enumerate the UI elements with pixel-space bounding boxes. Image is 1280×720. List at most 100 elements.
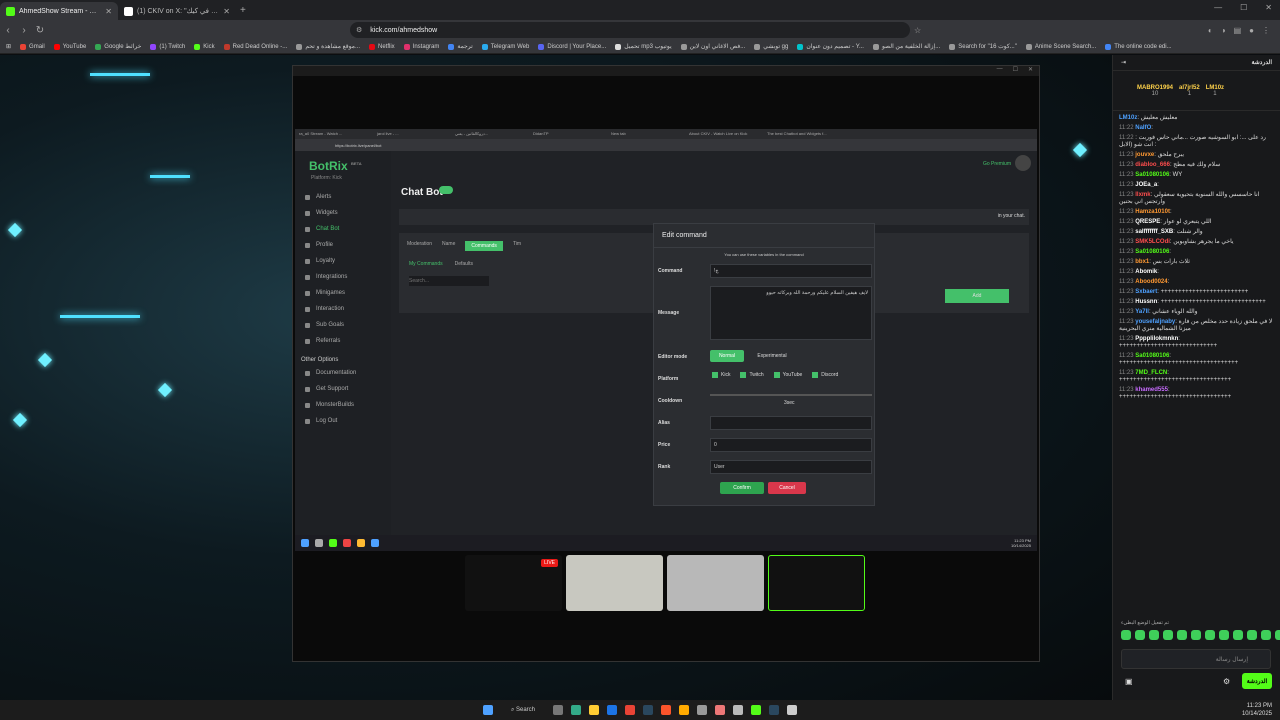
tab-2[interactable]: Commands [465,241,503,251]
emote-icon[interactable] [1219,630,1229,640]
command-input[interactable]: !ج [710,264,872,278]
minimize-icon[interactable]: — [1214,3,1222,12]
url-bar[interactable]: ⚙ kick.com/ahmedshow [350,22,910,38]
bookmark-star-icon[interactable]: ☆ [914,26,921,35]
sidebar-item[interactable]: Chat Bot [295,221,391,237]
tab-0[interactable]: Moderation [407,241,432,251]
close-icon[interactable]: ✕ [1265,3,1272,12]
file-explorer-icon[interactable] [589,705,600,715]
message-username[interactable]: Sxbaert [1135,289,1157,295]
maximize-icon[interactable]: ☐ [1240,3,1247,12]
message-username[interactable]: Ya7ll [1135,309,1149,315]
sidebar-item[interactable]: Alerts [295,189,391,205]
app-icon[interactable] [733,705,744,715]
go-premium-link[interactable]: Go Premium [983,161,1011,167]
edge-icon[interactable] [607,705,618,715]
kick-icon[interactable] [751,705,762,715]
tab-close-icon[interactable]: ✕ [105,7,112,16]
message-textarea[interactable]: لايف هيفين السلام عليكم ورحمة الله وبركا… [710,286,872,340]
bookmark-item[interactable]: توبشي gg [754,43,788,50]
bookmark-item[interactable]: Anime Scene Search... [1025,43,1096,50]
bookmark-item[interactable]: تحميل mp3 يوتيوب [615,43,672,50]
message-username[interactable]: QRESPE [1135,219,1160,225]
message-username[interactable]: yousefaljnaby [1135,319,1175,325]
sidebar-item[interactable]: Log Out [295,413,391,429]
commands-search-input[interactable] [409,276,489,286]
emote-icon[interactable] [1275,630,1280,640]
bookmark-item[interactable]: Gmail [20,43,45,50]
reload-icon[interactable]: ↻ [32,25,48,36]
menu-icon[interactable]: ⋮ [1262,26,1270,35]
bookmark-item[interactable]: Discord | Your Place... [538,43,606,50]
message-username[interactable]: Sa01080106 [1135,353,1169,359]
emote-icon[interactable] [1149,630,1159,640]
app-icon[interactable] [697,705,708,715]
brave-icon[interactable] [661,705,672,715]
platform-checkbox[interactable]: Twitch [740,372,764,378]
extension-icon[interactable]: ◐ [1208,26,1213,35]
chat-input[interactable]: إرسال رسالة [1121,649,1271,669]
bookmark-item[interactable]: موقع مشاهدة و تحم... [296,43,360,50]
bookmark-item[interactable]: Google خرائط [95,43,141,50]
bookmark-item[interactable]: Instagram [403,43,439,50]
message-username[interactable]: Abood0024 [1135,279,1167,285]
collapse-chat-icon[interactable]: ⇥ [1121,59,1126,66]
bookmark-item[interactable]: فص الاغاني اون لاين... [680,43,745,50]
sidebar-item[interactable]: Loyalty [295,253,391,269]
apps-grid-icon[interactable]: ⊞ [6,43,11,50]
emote-icon[interactable] [1177,630,1187,640]
emote-icon[interactable] [1135,630,1145,640]
message-username[interactable]: bbx1 [1135,259,1149,265]
message-username[interactable]: 7MD_FLCN [1135,370,1167,376]
message-username[interactable]: SMK5LCOdi [1135,239,1170,245]
platform-checkbox[interactable]: YouTube [773,372,802,378]
emote-icon[interactable] [1247,630,1257,640]
message-username[interactable]: Abomik [1135,269,1157,275]
window-preview[interactable]: LIVE [465,555,562,611]
browser-tab[interactable]: AhmedShow Stream - Watch Live ✕ [0,2,118,20]
sidebar-item[interactable]: MonsterBuilds [295,397,391,413]
sidebar-item[interactable]: Profile [295,237,391,253]
bookmark-item[interactable]: ترجمة [448,43,473,50]
forward-icon[interactable]: › [16,25,32,36]
price-input[interactable]: 0 [710,438,872,452]
message-username[interactable]: Sa01080106 [1135,172,1169,178]
window-preview[interactable] [768,555,865,611]
system-clock[interactable]: 11:23 PM 10/14/2025 [1242,702,1272,718]
editor-experimental-button[interactable]: Experimental [748,350,796,362]
message-username[interactable]: NaIfO [1135,125,1151,131]
tab-3[interactable]: Tim [513,241,521,251]
leader-entry[interactable]: LM10z 1 [1206,85,1224,97]
app-icon[interactable] [679,705,690,715]
message-username[interactable]: Hussnn [1135,299,1157,305]
cancel-button[interactable]: Cancel [768,482,806,494]
profile-icon[interactable]: ● [1249,26,1254,35]
bookmark-item[interactable]: Netflix [369,43,395,50]
app-icon[interactable] [571,705,582,715]
emote-icon[interactable] [1191,630,1201,640]
message-username[interactable]: khamed555 [1135,387,1168,393]
bookmark-item[interactable]: تصميم دون عنوان - Y... [797,43,864,50]
app-icon[interactable] [787,705,798,715]
sidebar-item[interactable]: Referrals [295,333,391,349]
leader-entry[interactable]: al7jrl52 1 [1179,85,1200,97]
confirm-button[interactable]: Confirm [720,482,764,494]
sidebar-item[interactable]: Documentation [295,365,391,381]
subtab[interactable]: My Commands [409,261,443,267]
cooldown-slider[interactable] [710,394,872,396]
message-username[interactable]: diabloo_666 [1135,162,1170,168]
back-icon[interactable]: ‹ [0,25,16,36]
browser-tab[interactable]: (1) CKIV on X: "تحولات ابونها في كيك" ✕ [118,2,236,20]
extension-icon[interactable]: ◑ [1221,26,1226,35]
bookmark-item[interactable]: (1) Twitch [150,43,185,50]
new-tab-button[interactable]: + [240,5,246,16]
chrome-icon[interactable] [625,705,636,715]
window-preview[interactable] [667,555,764,611]
bookmark-item[interactable]: إزالة الخلفية من الصو... [872,43,940,50]
alias-input[interactable] [710,416,872,430]
sidebar-item[interactable]: Get Support [295,381,391,397]
taskview-icon[interactable] [553,705,564,715]
settings-icon[interactable]: ⚙ [1223,677,1230,686]
emote-icon[interactable] [1205,630,1215,640]
message-username[interactable]: jouvxe [1135,152,1154,158]
